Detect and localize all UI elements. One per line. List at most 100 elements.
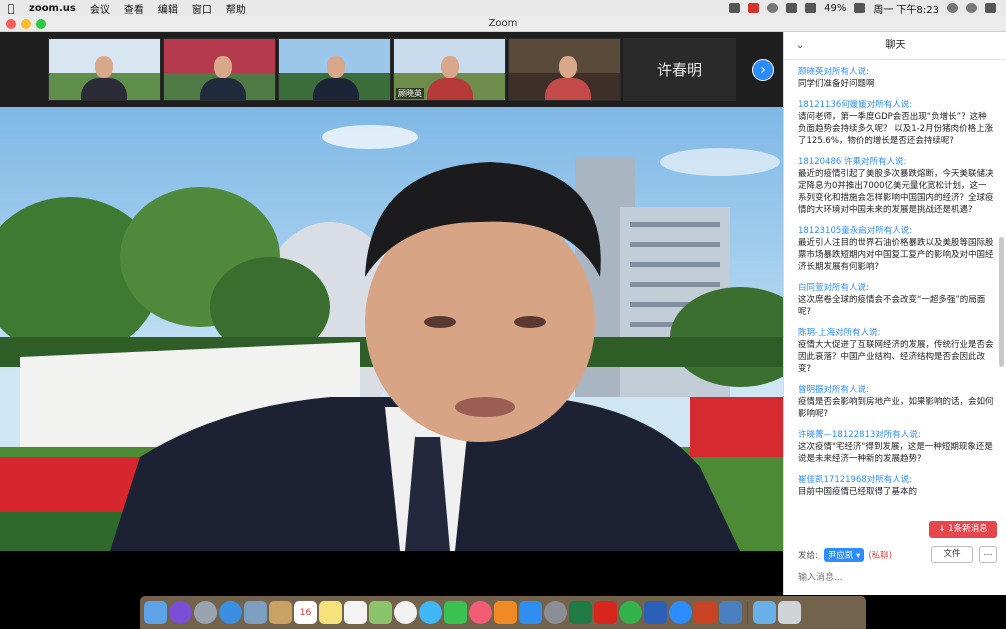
chat-sender[interactable]: 陈玥-上海 bbox=[798, 328, 835, 338]
chevron-down-icon[interactable]: ⌄ bbox=[796, 32, 804, 60]
finder-icon[interactable] bbox=[144, 601, 167, 624]
participant-thumbnail[interactable] bbox=[278, 38, 391, 101]
menu-window[interactable]: 窗口 bbox=[185, 1, 219, 16]
chat-message-input[interactable] bbox=[798, 568, 994, 588]
menu-edit[interactable]: 编辑 bbox=[151, 1, 185, 16]
maps-icon[interactable] bbox=[369, 601, 392, 624]
participant-thumbnail[interactable] bbox=[508, 38, 621, 101]
reminders-icon[interactable] bbox=[344, 601, 367, 624]
chat-recipient: 对所有人说: bbox=[866, 100, 913, 110]
wifi-icon[interactable] bbox=[805, 3, 817, 13]
chat-text: 最近引人注目的世界石油价格暴跌以及美股等国际股票市场暴跌短期内对中国复工复产的影… bbox=[798, 238, 994, 272]
participant-thumbnail[interactable] bbox=[163, 38, 276, 101]
more-options-button[interactable]: … bbox=[979, 546, 997, 563]
calendar-icon[interactable]: 16 bbox=[294, 601, 317, 624]
facetime-icon[interactable] bbox=[444, 601, 467, 624]
next-page-button[interactable]: › bbox=[752, 59, 774, 81]
recipient-select[interactable]: 尹应凯 ▾ bbox=[823, 548, 865, 562]
window-title-bar: Zoom bbox=[0, 16, 1006, 32]
chat-message: 崔佳凯17121968对所有人说: 目前中国疫情已经取得了基本的 bbox=[798, 474, 995, 498]
sync-icon[interactable] bbox=[767, 3, 779, 13]
zoom-icon[interactable] bbox=[669, 601, 692, 624]
clock[interactable]: 周一 下午8:23 bbox=[873, 1, 939, 16]
chat-sender[interactable]: 18123105童永启 bbox=[798, 226, 867, 236]
books-icon[interactable] bbox=[494, 601, 517, 624]
chat-sender[interactable]: 白同萱 bbox=[798, 283, 824, 293]
chat-scrollbar[interactable] bbox=[999, 237, 1004, 367]
chat-text: 这次疫情"宅经济"得到发展，这是一种短期现象还是说是未来经济一种新的发展趋势? bbox=[798, 442, 993, 464]
chat-message: 许晓菁—18122813对所有人说: 这次疫情"宅经济"得到发展，这是一种短期现… bbox=[798, 429, 995, 465]
menu-help[interactable]: 帮助 bbox=[219, 1, 253, 16]
speaker-video-frame bbox=[0, 125, 783, 551]
photos-icon[interactable] bbox=[394, 601, 417, 624]
music-icon[interactable] bbox=[469, 601, 492, 624]
minimize-window-icon[interactable] bbox=[21, 19, 31, 29]
screen-share-icon[interactable] bbox=[729, 3, 741, 13]
menu-app-name[interactable]: zoom.us bbox=[22, 3, 83, 14]
chat-text: 同学们准备好问题啊 bbox=[798, 79, 875, 89]
menu-meeting[interactable]: 会议 bbox=[83, 1, 117, 16]
window-title: Zoom bbox=[488, 18, 518, 29]
system-preferences-icon[interactable] bbox=[544, 601, 567, 624]
siri-icon[interactable] bbox=[169, 601, 192, 624]
chat-sender[interactable]: 18121136何媛媛 bbox=[798, 100, 867, 110]
chat-sender[interactable]: 崔佳凯17121968 bbox=[798, 475, 867, 485]
participant-avatar bbox=[545, 56, 591, 100]
new-message-badge[interactable]: ↓ 1条新消息 bbox=[929, 521, 997, 538]
video-bottom-bar bbox=[0, 551, 783, 595]
close-window-icon[interactable] bbox=[6, 19, 16, 29]
notification-center-icon[interactable] bbox=[985, 3, 996, 13]
siri-menu-icon[interactable] bbox=[966, 3, 977, 13]
chat-sender[interactable]: 顾晓英 bbox=[798, 67, 824, 77]
chat-text: 目前中国疫情已经取得了基本的 bbox=[798, 487, 918, 497]
wechat-icon[interactable] bbox=[619, 601, 642, 624]
status-tray: 49% 周一 下午8:23 bbox=[729, 1, 1006, 16]
powerpoint-icon[interactable] bbox=[694, 601, 717, 624]
chat-message-list[interactable]: 顾晓英对所有人说: 同学们准备好问题啊 18121136何媛媛对所有人说: 请问… bbox=[784, 60, 1006, 540]
menu-view[interactable]: 查看 bbox=[117, 1, 151, 16]
participant-name: 许春明 bbox=[656, 61, 702, 79]
chevron-right-icon: › bbox=[760, 62, 766, 78]
safari-icon[interactable] bbox=[219, 601, 242, 624]
chat-sender[interactable]: 18120486 许乘 bbox=[798, 157, 861, 167]
chat-sender[interactable]: 曾明振 bbox=[798, 385, 824, 395]
stickies-icon[interactable] bbox=[319, 601, 342, 624]
acrobat-icon[interactable] bbox=[594, 601, 617, 624]
participant-thumbnail[interactable] bbox=[48, 38, 161, 101]
screen-icon[interactable] bbox=[719, 601, 742, 624]
excel-icon[interactable] bbox=[569, 601, 592, 624]
active-speaker-video[interactable] bbox=[0, 107, 783, 551]
chat-recipient: 对所有人说: bbox=[823, 385, 869, 395]
app-store-icon[interactable] bbox=[519, 601, 542, 624]
chat-sender-line: 顾晓英对所有人说: bbox=[798, 66, 995, 78]
chat-text: 疫情大大促进了互联网经济的发展，传统行业是否会因此衰落？中国产业结构、经济结构是… bbox=[798, 340, 994, 374]
video-area: 顾晓英 许春明 › bbox=[0, 32, 783, 595]
trash-icon[interactable] bbox=[778, 601, 801, 624]
word-icon[interactable] bbox=[644, 601, 667, 624]
input-method-icon[interactable] bbox=[854, 3, 866, 13]
chat-sender-line: 18120486 许乘对所有人说: bbox=[798, 156, 995, 168]
apple-icon[interactable]:  bbox=[0, 2, 22, 15]
messages-icon[interactable] bbox=[419, 601, 442, 624]
chat-sender[interactable]: 许晓菁—18122813 bbox=[798, 430, 875, 440]
notes-icon[interactable] bbox=[269, 601, 292, 624]
chat-recipient: 对所有人说: bbox=[823, 67, 869, 77]
spotlight-icon[interactable] bbox=[947, 3, 958, 13]
participant-avatar bbox=[427, 56, 473, 100]
participant-avatar bbox=[200, 56, 246, 100]
file-button[interactable]: 文件 bbox=[931, 546, 973, 563]
chat-recipient: 对所有人说: bbox=[860, 157, 907, 167]
record-icon[interactable] bbox=[748, 3, 760, 13]
folder-icon[interactable] bbox=[753, 601, 776, 624]
chat-message: 顾晓英对所有人说: 同学们准备好问题啊 bbox=[798, 66, 995, 90]
volume-icon[interactable] bbox=[786, 3, 798, 13]
preview-icon[interactable] bbox=[244, 601, 267, 624]
chat-message: 18123105童永启对所有人说: 最近引人注目的世界石油价格暴跌以及美股等国际… bbox=[798, 225, 995, 273]
launchpad-icon[interactable] bbox=[194, 601, 217, 624]
participant-thumbnail[interactable]: 许春明 bbox=[623, 38, 736, 101]
chat-recipient: 对所有人说: bbox=[875, 430, 921, 440]
battery-percent[interactable]: 49% bbox=[824, 3, 846, 14]
participant-thumbnail[interactable]: 顾晓英 bbox=[393, 38, 506, 101]
chat-text: 这次席卷全球的疫情会不会改变“一超多强”的局面呢? bbox=[798, 295, 986, 317]
maximize-window-icon[interactable] bbox=[36, 19, 46, 29]
